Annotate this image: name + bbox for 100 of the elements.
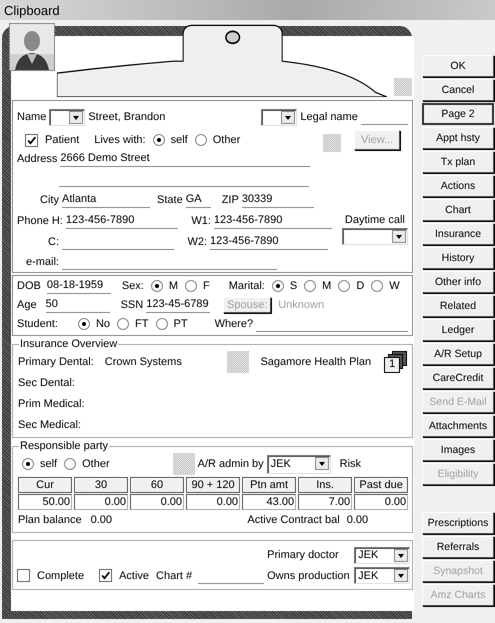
patient-checkbox[interactable] xyxy=(25,134,38,146)
ar-admin-label: A/R admin by xyxy=(198,458,264,470)
aging-value: 7.00 xyxy=(298,494,352,510)
name-field[interactable]: Street, Brandon xyxy=(88,110,258,124)
radio-button[interactable] xyxy=(304,280,316,292)
ssn-label: SSN xyxy=(120,298,144,310)
side-button[interactable]: Insurance xyxy=(422,223,494,245)
aging-header: Past due xyxy=(354,477,408,493)
side-button[interactable]: Actions xyxy=(422,175,494,197)
side-button[interactable]: OK xyxy=(422,55,494,77)
phone-field[interactable]: 123-456-7890 xyxy=(66,212,178,228)
dotted-square-icon xyxy=(323,134,342,152)
city-field[interactable]: Atlanta xyxy=(62,192,150,208)
side-button[interactable]: Related xyxy=(422,295,494,317)
aging-header: 30 xyxy=(74,477,128,493)
insurance-plan: Sagamore Health Plan xyxy=(260,356,372,368)
student-label: Student: xyxy=(17,318,58,330)
phone-field[interactable]: 123-456-7890 xyxy=(214,212,332,228)
radio-label: self xyxy=(40,458,58,470)
zip-field[interactable]: 30339 xyxy=(242,192,314,208)
aging-value: 43.00 xyxy=(242,494,296,510)
phone-field[interactable]: 123-456-7890 xyxy=(210,234,328,250)
radio-label: self xyxy=(170,134,188,146)
owns-production-dropdown[interactable]: JEK xyxy=(354,567,410,584)
radio-button[interactable] xyxy=(371,280,384,292)
aging-header: Ins. xyxy=(298,477,352,493)
aging-header: Ptn amt xyxy=(242,477,296,493)
radio-button[interactable] xyxy=(152,134,165,146)
radio-button[interactable] xyxy=(338,280,350,292)
insurance-value: Crown Systems xyxy=(104,356,182,368)
radio-button[interactable] xyxy=(117,318,130,330)
side-button[interactable]: Tx plan xyxy=(422,151,494,173)
side-button[interactable]: Images xyxy=(422,439,494,461)
dotted-square-icon xyxy=(394,78,412,96)
dotted-square-icon xyxy=(172,453,195,475)
radio-label: M xyxy=(322,280,332,292)
state-field[interactable]: GA xyxy=(186,192,211,208)
address-field[interactable]: 2666 Demo Street xyxy=(60,151,310,167)
side-button[interactable]: Attachments xyxy=(422,415,494,437)
radio-button[interactable] xyxy=(22,458,34,470)
phone-label: Phone H: xyxy=(17,214,63,226)
marital-label: Marital: xyxy=(228,280,265,292)
ar-admin-dropdown[interactable]: JEK xyxy=(266,454,331,474)
aging-value: 0.00 xyxy=(186,494,240,510)
where-label: Where? xyxy=(214,318,254,330)
name-label: Name xyxy=(17,111,46,123)
radio-label: M xyxy=(168,280,178,292)
plan-balance-label: Plan balance xyxy=(18,514,82,526)
insurance-label: Sec Medical: xyxy=(18,418,81,430)
side-button[interactable]: Referrals xyxy=(422,536,494,558)
window-title: Clipboard xyxy=(4,2,60,18)
side-button[interactable]: Appt hsty xyxy=(422,127,494,149)
complete-checkbox[interactable] xyxy=(17,569,30,582)
radio-button[interactable] xyxy=(194,134,207,146)
contract-balance-value: 0.00 xyxy=(346,514,368,526)
dotted-square-icon xyxy=(227,350,250,372)
side-button[interactable]: Chart xyxy=(422,199,494,221)
plan-balance-value: 0.00 xyxy=(90,514,112,526)
side-button[interactable]: Other info xyxy=(422,271,494,293)
lives-with-label: Lives with: xyxy=(94,134,146,146)
daytime-call-dropdown[interactable] xyxy=(342,228,408,245)
insurance-label: Prim Medical: xyxy=(18,398,85,410)
dob-field[interactable]: 08-18-1959 xyxy=(46,278,111,294)
radio-button[interactable] xyxy=(78,318,90,330)
radio-button[interactable] xyxy=(64,458,76,470)
aging-value: 0.00 xyxy=(130,494,184,510)
radio-label: S xyxy=(290,280,298,292)
side-button[interactable]: Ledger xyxy=(422,319,494,341)
spouse-value: Unknown xyxy=(278,298,324,310)
owns-production-label: Owns production xyxy=(267,570,351,582)
age-field[interactable]: 50 xyxy=(46,296,110,312)
side-button[interactable]: A/R Setup xyxy=(422,343,494,365)
risk-label: Risk xyxy=(340,458,362,470)
side-button[interactable]: CareCredit xyxy=(422,367,494,389)
side-button[interactable]: Prescriptions xyxy=(422,512,494,534)
radio-label: D xyxy=(356,280,364,292)
radio-label: PT xyxy=(174,318,188,330)
primary-doctor-dropdown[interactable]: JEK xyxy=(354,546,410,564)
title-dropdown[interactable] xyxy=(49,108,86,126)
ssn-field[interactable]: 123-45-6789 xyxy=(146,296,210,312)
radio-button[interactable] xyxy=(156,318,168,330)
state-label: State xyxy=(157,194,183,206)
active-checkbox[interactable] xyxy=(99,569,112,582)
radio-button[interactable] xyxy=(272,280,284,292)
insurance-label: Sec Dental: xyxy=(18,376,75,388)
radio-label: Other xyxy=(82,458,110,470)
aging-header: 60 xyxy=(130,477,184,493)
side-button[interactable]: Page 2 xyxy=(422,103,494,125)
side-button[interactable]: History xyxy=(422,247,494,269)
active-label: Active xyxy=(119,570,150,582)
side-button[interactable]: Cancel xyxy=(422,79,494,101)
suffix-dropdown[interactable] xyxy=(261,108,298,126)
patient-label: Patient xyxy=(45,134,80,146)
radio-button[interactable] xyxy=(150,280,163,292)
daytime-call-label: Daytime call xyxy=(344,214,405,226)
phone-label: W2: xyxy=(186,236,207,248)
radio-label: F xyxy=(203,280,210,292)
radio-label: W xyxy=(389,280,400,292)
primary-doctor-label: Primary doctor xyxy=(267,549,340,561)
radio-button[interactable] xyxy=(185,280,198,292)
